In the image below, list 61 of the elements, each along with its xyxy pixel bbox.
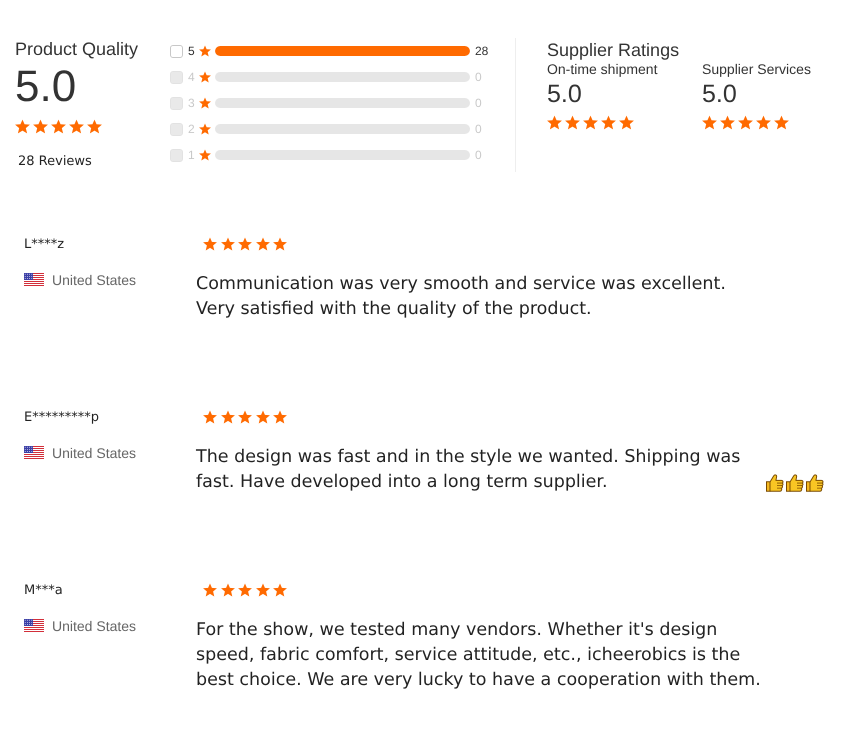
star-icon (199, 71, 211, 83)
star-icon (87, 119, 102, 134)
star-icon (220, 237, 234, 251)
flag-icon (24, 446, 44, 460)
star-icon (199, 149, 211, 161)
star-icon (199, 97, 211, 109)
country-name: United States (52, 272, 136, 288)
star-icon (238, 583, 252, 597)
star-icon (273, 237, 287, 251)
star-icon (220, 410, 234, 424)
star-icon (256, 410, 270, 424)
rating-score: 5.0 (702, 79, 738, 109)
rating-score: 5.0 (547, 79, 583, 109)
reviewer-name: M***a (24, 583, 63, 598)
flag-icon (24, 273, 44, 287)
star-icon (203, 583, 217, 597)
star-icon (547, 115, 562, 130)
review-text: The design was fast and in the style we wanted. Shipping was fast. Have developed into a long term supplier. (196, 446, 742, 494)
star-icon (203, 410, 217, 424)
reviewer-name: L****z (24, 237, 64, 252)
section-title: Product Quality (15, 38, 140, 60)
star-icon (33, 119, 48, 134)
star-icon (199, 123, 211, 135)
star-icon (69, 119, 84, 134)
section-title: Supplier Ratings (547, 39, 680, 61)
review-text: For the show, we tested many vendors. Whether it's design speed, fabric comfort, service attitude, etc., icheerobics is the best choice. We are very lucky to have a cooperation with them. (196, 619, 762, 692)
star-icon (238, 237, 252, 251)
rating-score: 5.0 (15, 63, 78, 111)
star-icon (273, 583, 287, 597)
star-icon (601, 115, 616, 130)
star-icon (51, 119, 66, 134)
star-icon (738, 115, 753, 130)
metric-label: On-time shipment (547, 61, 658, 77)
thumbs-up-icon (766, 474, 784, 492)
review-text: Communication was very smooth and service was excellent. Very satisfied with the quality of the product. (196, 273, 727, 321)
thumbs-up-icon (786, 474, 804, 492)
star-icon (756, 115, 771, 130)
review-count: 28 Reviews (17, 153, 92, 171)
star-icon (220, 583, 234, 597)
star-icon (238, 410, 252, 424)
country-name: United States (52, 445, 136, 461)
rating-level-label: 5 (188, 43, 196, 60)
flag-icon (24, 619, 44, 633)
star-icon (273, 410, 287, 424)
star-icon (619, 115, 634, 130)
star-icon (720, 115, 735, 130)
star-icon (256, 237, 270, 251)
star-icon (199, 45, 211, 57)
checkbox[interactable] (170, 44, 183, 58)
star-icon (203, 237, 217, 251)
star-icon (15, 119, 30, 134)
star-icon (565, 115, 580, 130)
thumbs-up-icon (806, 474, 824, 492)
reviewer-name: E*********p (24, 410, 99, 425)
star-icon (774, 115, 789, 130)
star-icon (583, 115, 598, 130)
star-icon (256, 583, 270, 597)
star-icon (702, 115, 717, 130)
metric-label: Supplier Services (702, 61, 812, 77)
rating-count: 28 (475, 43, 488, 60)
country-name: United States (52, 618, 136, 634)
